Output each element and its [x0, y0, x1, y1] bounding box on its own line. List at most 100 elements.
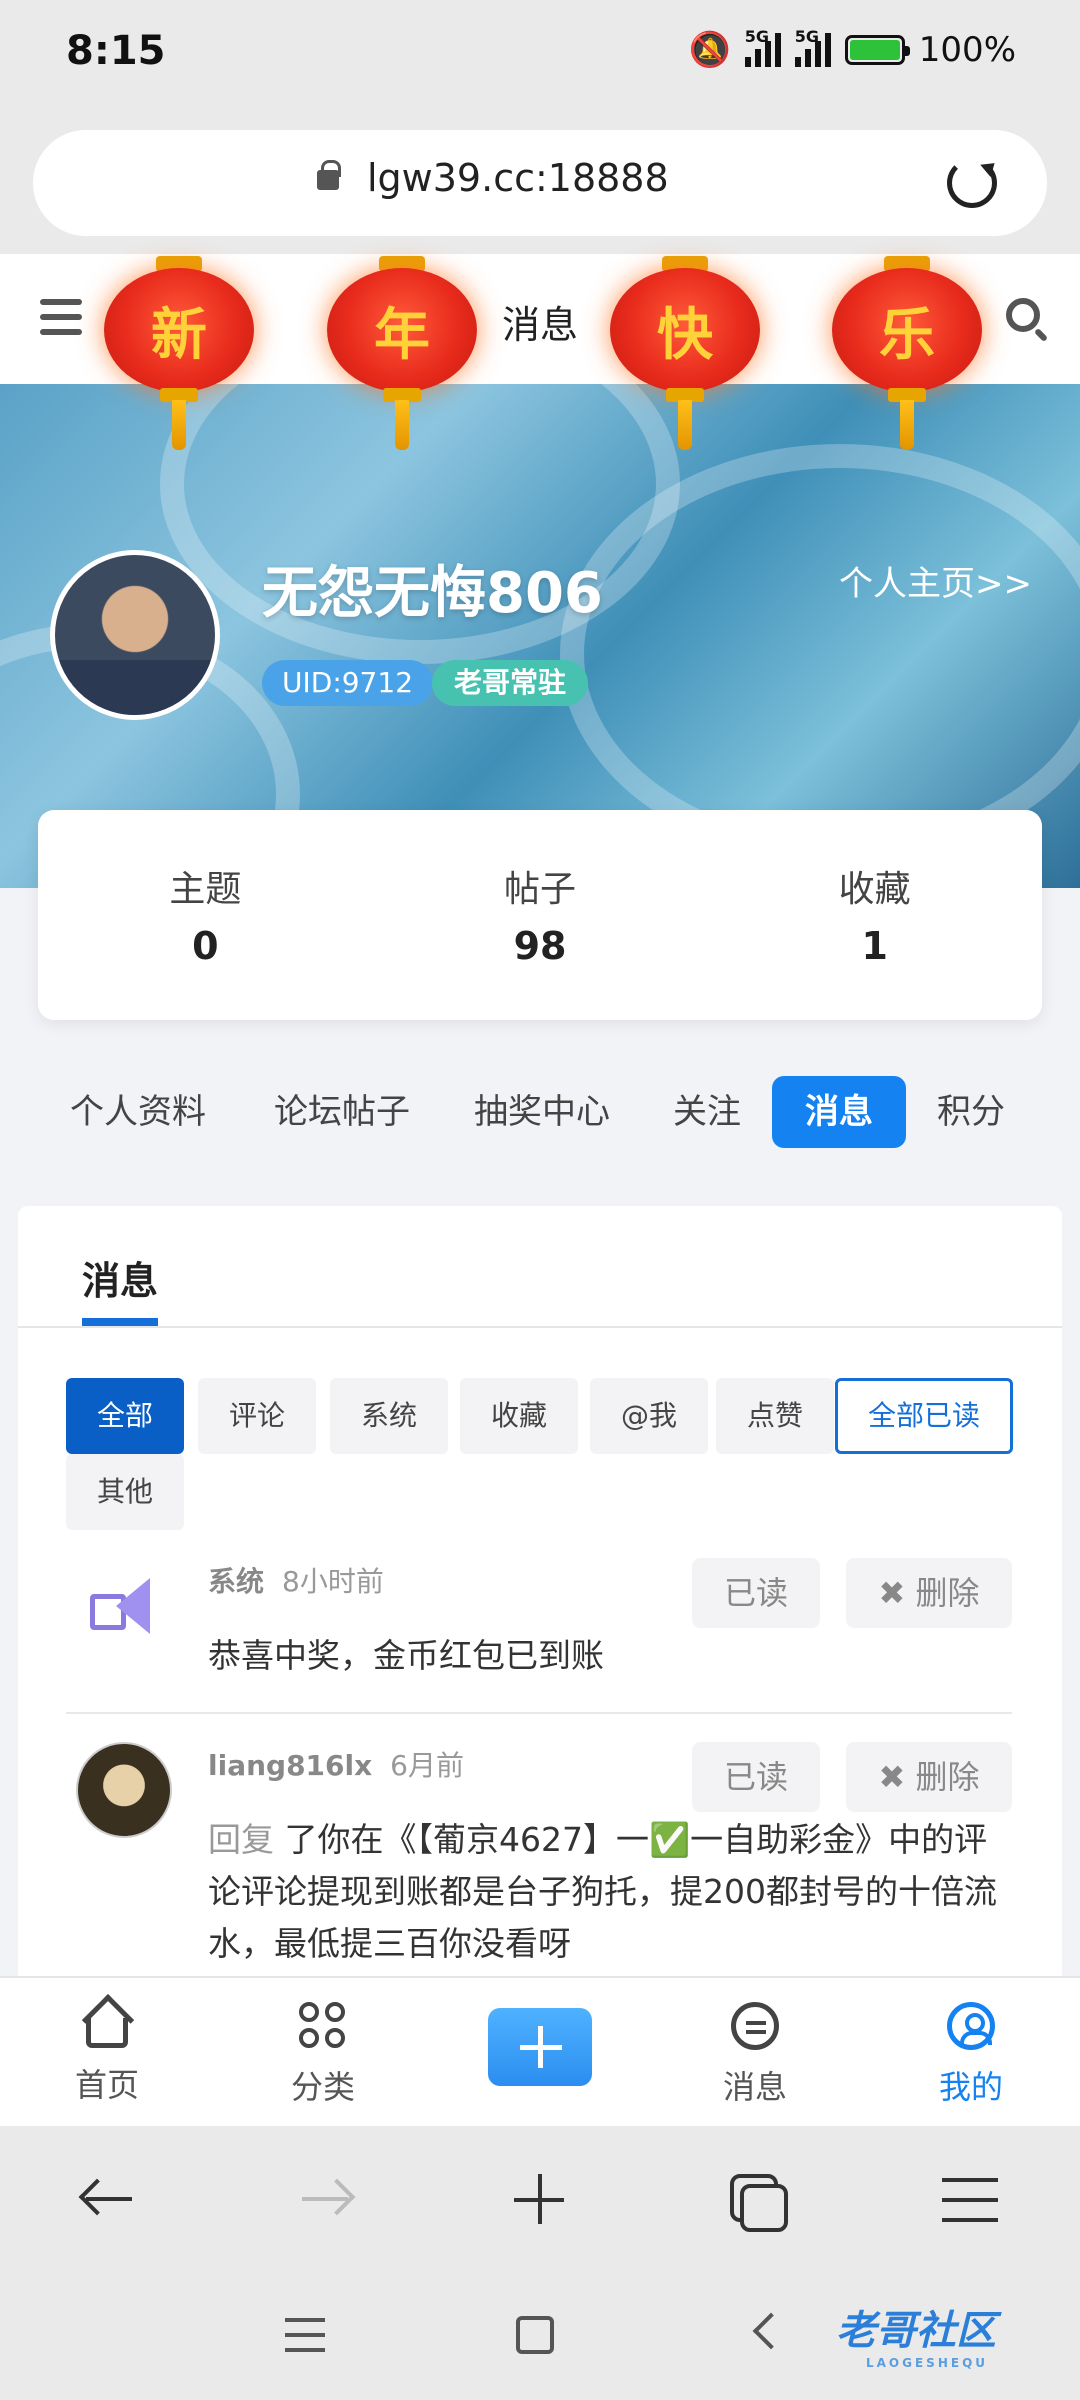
message-text[interactable]: 恭喜中奖，金币红包已到账	[208, 1630, 1008, 1682]
avatar[interactable]	[50, 550, 220, 720]
browser-menu-icon[interactable]	[940, 2170, 1000, 2230]
personal-homepage-link[interactable]: 个人主页>>	[839, 556, 1032, 605]
url-text: lgw39.cc:18888	[367, 156, 669, 200]
signal-icon: 5G	[744, 27, 781, 67]
nav-label: 我的	[938, 2068, 1003, 2106]
clock: 8:15	[66, 28, 166, 74]
stat-favorites[interactable]: 收藏 1	[707, 810, 1042, 1020]
stat-value: 0	[192, 924, 219, 968]
address-bar[interactable]: lgw39.cc:18888	[33, 130, 1047, 236]
home-icon	[86, 2018, 128, 2048]
tab-profile[interactable]: 个人资料	[58, 1076, 218, 1148]
reload-icon[interactable]	[947, 158, 997, 208]
close-icon: ✖	[878, 1758, 916, 1796]
message-item: liang816lx 6月前 已读 ✖ 删除 回复 了你在《【葡京4627】一✅一…	[18, 1730, 1062, 1990]
lantern-decoration: 新	[104, 256, 254, 456]
stat-value: 98	[513, 924, 567, 968]
nav-category[interactable]: 分类	[248, 2002, 398, 2108]
nav-label: 分类	[290, 2068, 355, 2106]
stat-posts[interactable]: 帖子 98	[373, 810, 708, 1020]
recents-icon[interactable]	[285, 2318, 325, 2352]
lantern-decoration: 快	[610, 256, 760, 456]
stat-label: 收藏	[838, 869, 911, 910]
browser-address-area: lgw39.cc:18888	[0, 110, 1080, 254]
stat-label: 帖子	[504, 869, 577, 910]
filter-likes[interactable]: 点赞	[716, 1378, 834, 1454]
uid-badge: UID:9712	[262, 660, 434, 706]
grid-icon	[299, 2002, 347, 2050]
message-meta: liang816lx 6月前	[208, 1744, 464, 1784]
nav-home[interactable]: 首页	[32, 2002, 182, 2106]
home-button-icon[interactable]	[516, 2316, 554, 2354]
tab-messages[interactable]: 消息	[772, 1076, 906, 1148]
message-text[interactable]: 回复 了你在《【葡京4627】一✅一自助彩金》中的评论评论提现到账都是台子狗托，…	[208, 1814, 1008, 1970]
system-nav-bar: 老哥社区 LAOGESHEQU	[0, 2270, 1080, 2400]
lantern-decoration: 年	[327, 256, 477, 456]
divider	[18, 1326, 1062, 1328]
reply-prefix: 回复	[208, 1820, 274, 1859]
message-item: 系统 8小时前 已读 ✖ 删除 恭喜中奖，金币红包已到账	[18, 1546, 1062, 1716]
stats-card: 主题 0 帖子 98 收藏 1	[38, 810, 1042, 1020]
mute-icon: 🔕	[688, 30, 731, 70]
arrow-right-icon	[302, 2197, 348, 2201]
username: 无怨无悔806	[262, 561, 603, 626]
mark-read-button[interactable]: 已读	[692, 1742, 820, 1812]
message-sender[interactable]: 系统	[208, 1565, 264, 1598]
bottom-nav: 首页 分类 消息 我的	[0, 1976, 1080, 2126]
battery-level: 100%	[918, 30, 1016, 70]
message-time: 8小时前	[282, 1565, 384, 1598]
megaphone-icon	[76, 1558, 172, 1654]
chat-icon	[731, 2002, 779, 2050]
role-badge: 老哥常驻	[432, 660, 589, 706]
section-title: 消息	[82, 1259, 159, 1303]
mark-all-read-button[interactable]: 全部已读	[835, 1378, 1013, 1454]
battery-icon	[844, 35, 910, 65]
nav-label: 首页	[74, 2066, 139, 2104]
tab-lottery[interactable]: 抽奖中心	[462, 1076, 622, 1148]
message-sender[interactable]: liang816lx	[208, 1749, 372, 1782]
post-plus-button[interactable]	[488, 2008, 592, 2086]
filter-other[interactable]: 其他	[66, 1454, 184, 1530]
close-icon: ✖	[878, 1574, 916, 1612]
watermark-logo: 老哥社区 LAOGESHEQU	[836, 2308, 996, 2370]
delete-button[interactable]: ✖ 删除	[846, 1742, 1012, 1812]
filter-mentions[interactable]: @我	[590, 1378, 708, 1454]
nav-label: 消息	[722, 2068, 787, 2106]
tab-forum-posts[interactable]: 论坛帖子	[262, 1076, 422, 1148]
tabs-switcher-icon[interactable]	[724, 2170, 788, 2232]
user-avatar[interactable]	[76, 1742, 172, 1838]
stat-label: 主题	[169, 869, 242, 910]
browser-toolbar	[0, 2126, 1080, 2270]
mark-read-button[interactable]: 已读	[692, 1558, 820, 1628]
nav-mine[interactable]: 我的	[896, 2002, 1046, 2108]
forward-button[interactable]	[296, 2170, 356, 2230]
status-icons: 🔕 5G 5G 100%	[688, 27, 1016, 70]
status-bar: 8:15 🔕 5G 5G 100%	[0, 0, 1080, 110]
stat-topics[interactable]: 主题 0	[38, 810, 373, 1020]
profile-tabs: 个人资料 论坛帖子 抽奖中心 关注 消息 积分	[0, 1076, 1080, 1148]
stat-value: 1	[861, 924, 888, 968]
title-underline	[82, 1318, 158, 1326]
message-body: 了你在《【葡京4627】一✅一自助彩金》中的评论评论提现到账都是台子狗托，提20…	[208, 1820, 997, 1963]
search-icon[interactable]	[1006, 298, 1040, 332]
lock-icon	[317, 160, 341, 190]
tab-points[interactable]: 积分	[924, 1076, 1018, 1148]
back-icon[interactable]	[752, 2312, 790, 2350]
delete-label: 删除	[915, 1758, 980, 1796]
divider	[66, 1712, 1012, 1714]
delete-button[interactable]: ✖ 删除	[846, 1558, 1012, 1628]
new-tab-button[interactable]	[510, 2170, 570, 2230]
filter-comments[interactable]: 评论	[198, 1378, 316, 1454]
lantern-decoration: 乐	[832, 256, 982, 456]
delete-label: 删除	[915, 1574, 980, 1612]
filter-favorites[interactable]: 收藏	[460, 1378, 578, 1454]
message-meta: 系统 8小时前	[208, 1560, 384, 1600]
filter-system[interactable]: 系统	[330, 1378, 448, 1454]
filter-all[interactable]: 全部	[66, 1378, 184, 1454]
message-time: 6月前	[390, 1749, 464, 1782]
back-button[interactable]	[80, 2170, 140, 2230]
signal-icon-2: 5G	[794, 27, 831, 67]
user-icon	[947, 2002, 995, 2050]
tab-follow[interactable]: 关注	[664, 1076, 750, 1148]
nav-messages[interactable]: 消息	[680, 2002, 830, 2108]
